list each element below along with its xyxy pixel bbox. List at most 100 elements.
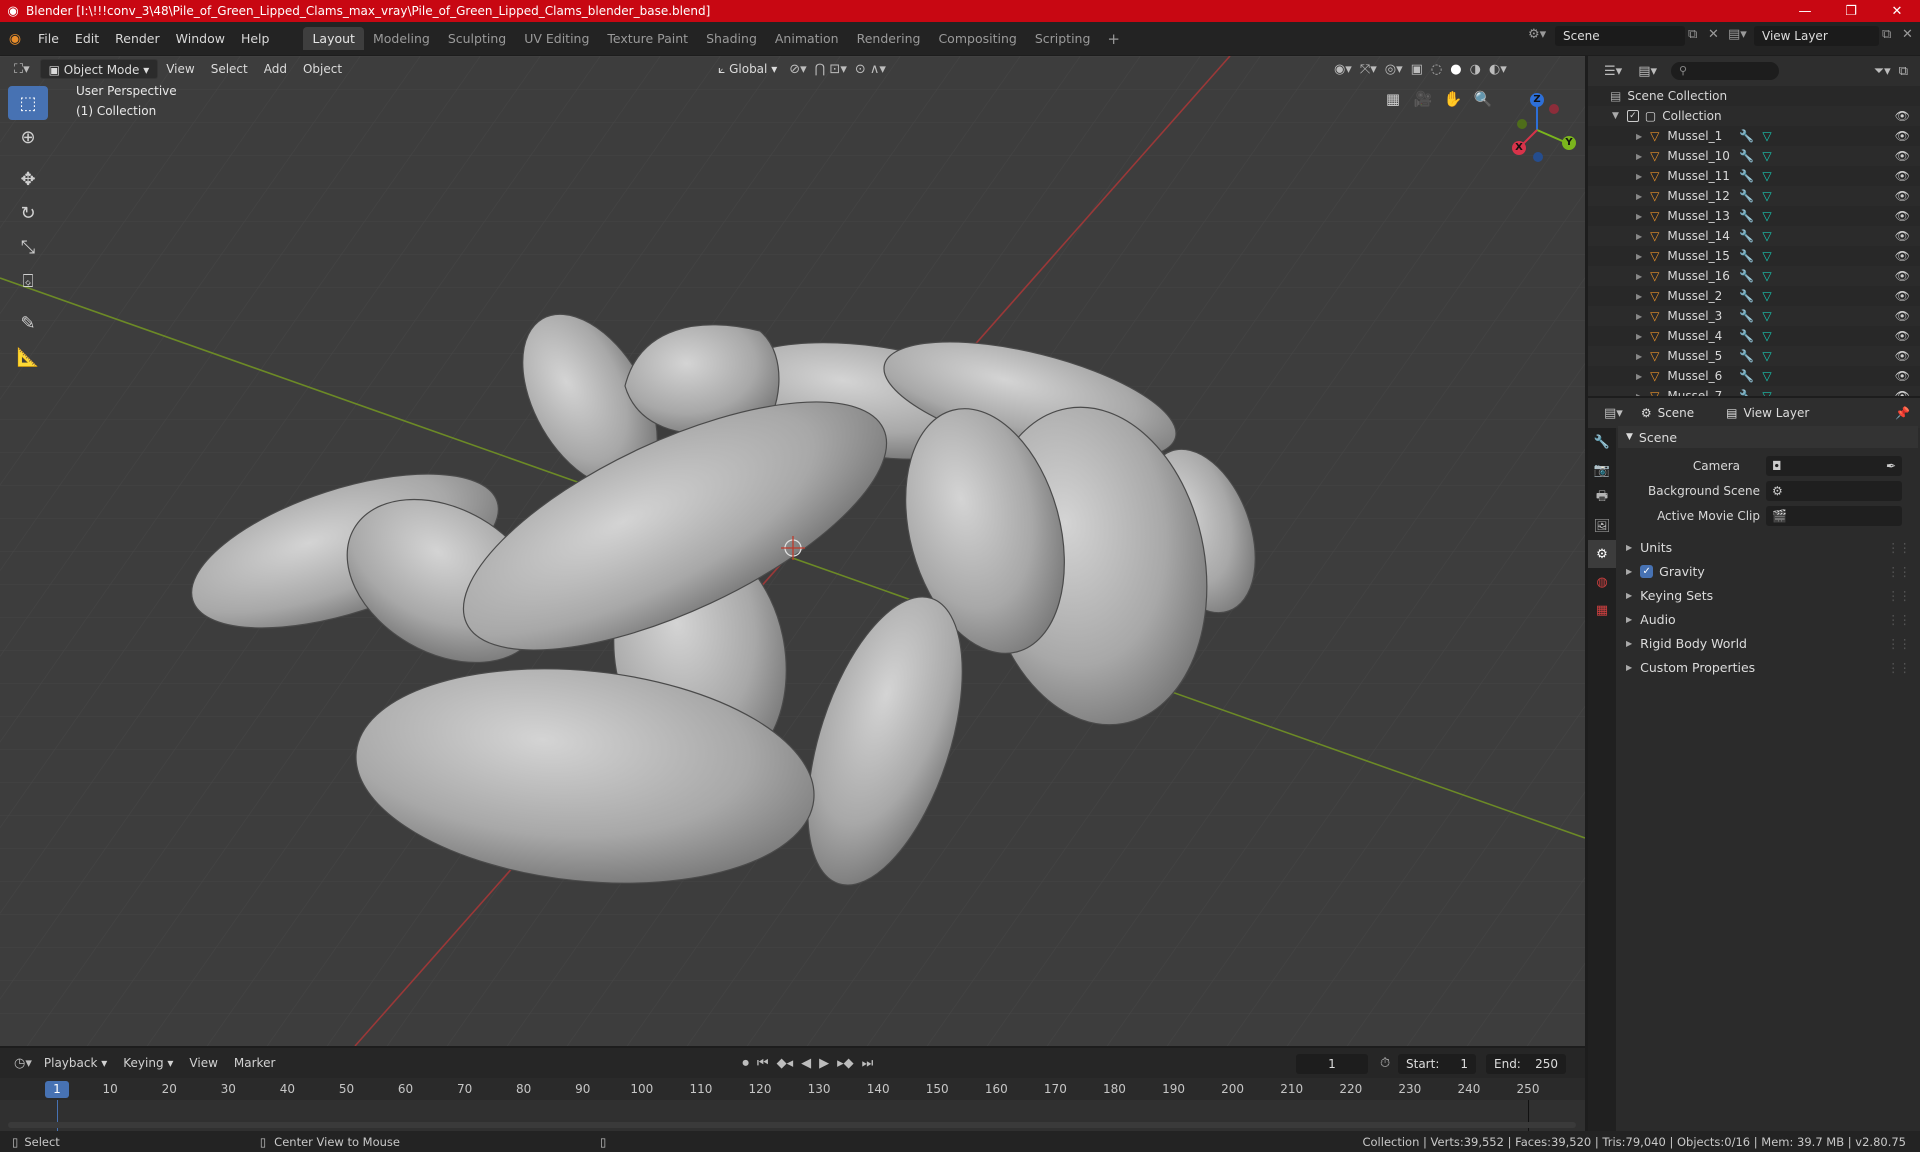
panel-gravity[interactable]: ▶ ✓ Gravity ⋮⋮: [1618, 560, 1918, 582]
close-button[interactable]: ✕: [1874, 4, 1920, 19]
mesh-data-icon[interactable]: ▽: [1762, 269, 1771, 283]
navigation-gizmo[interactable]: Z Y X: [1505, 88, 1576, 168]
tab-uv-editing[interactable]: UV Editing: [515, 27, 598, 50]
view-layer-tab-icon[interactable]: 🖼: [1588, 512, 1616, 540]
cursor-tool-icon[interactable]: ⊕: [8, 120, 48, 154]
jump-keyframe-forward-icon[interactable]: ▸◆: [833, 1056, 858, 1071]
tab-sculpting[interactable]: Sculpting: [439, 27, 515, 50]
object-eye-icon[interactable]: 👁: [1895, 169, 1910, 183]
mesh-data-icon[interactable]: ▽: [1762, 149, 1771, 163]
modifier-icon[interactable]: 🔧: [1739, 249, 1754, 263]
tab-layout[interactable]: Layout: [303, 27, 364, 50]
mesh-data-icon[interactable]: ▽: [1762, 169, 1771, 183]
properties-scene-tab[interactable]: Scene: [1658, 406, 1695, 420]
rendered-shading-icon[interactable]: ◐▾: [1485, 62, 1511, 77]
mesh-data-icon[interactable]: ▽: [1762, 349, 1771, 363]
timeline-scrollbar[interactable]: [8, 1122, 1576, 1128]
jump-keyframe-back-icon[interactable]: ◆◂: [773, 1056, 798, 1071]
outliner-row-object[interactable]: ▶ ▽ Mussel_14 🔧 ▽ 👁: [1588, 226, 1920, 246]
mesh-data-icon[interactable]: ▽: [1762, 229, 1771, 243]
scene-panel-header[interactable]: ▼ Scene: [1618, 426, 1918, 448]
viewport-menu-add[interactable]: Add: [256, 59, 295, 79]
overlay-toggle-icon[interactable]: ◎▾: [1381, 62, 1407, 77]
timeline-menu-playback[interactable]: Playback ▾: [36, 1056, 115, 1070]
filter-icon[interactable]: ⏷▾: [1870, 64, 1895, 79]
scene-properties-tab-icon[interactable]: ⚙: [1588, 540, 1616, 568]
object-eye-icon[interactable]: 👁: [1895, 349, 1910, 363]
new-scene-icon[interactable]: ⧉: [1688, 27, 1697, 42]
object-eye-icon[interactable]: 👁: [1895, 189, 1910, 203]
outliner-row-object[interactable]: ▶ ▽ Mussel_16 🔧 ▽ 👁: [1588, 266, 1920, 286]
panel-rigid-body-world[interactable]: ▶ Rigid Body World ⋮⋮: [1618, 632, 1918, 654]
gizmo-neg-z[interactable]: [1533, 152, 1543, 162]
modifier-icon[interactable]: 🔧: [1739, 329, 1754, 343]
play-reverse-icon[interactable]: ◀: [797, 1056, 815, 1071]
modifier-icon[interactable]: 🔧: [1739, 209, 1754, 223]
modifier-icon[interactable]: 🔧: [1739, 349, 1754, 363]
timeline-editor-type-icon[interactable]: ◷▾: [10, 1056, 36, 1071]
camera-view-icon[interactable]: 🎥: [1410, 86, 1436, 112]
mesh-data-icon[interactable]: ▽: [1762, 389, 1771, 396]
new-collection-icon[interactable]: ⧉: [1895, 64, 1912, 79]
end-frame-field[interactable]: End: 250: [1486, 1054, 1566, 1074]
menu-window[interactable]: Window: [168, 28, 233, 50]
drag-handle-icon[interactable]: ⋮⋮: [1887, 636, 1911, 651]
panel-units[interactable]: ▶ Units ⋮⋮: [1618, 536, 1918, 558]
tab-texture-paint[interactable]: Texture Paint: [598, 27, 697, 50]
object-eye-icon[interactable]: 👁: [1895, 249, 1910, 263]
record-icon[interactable]: ⏺: [738, 1056, 753, 1071]
outliner-row-object[interactable]: ▶ ▽ Mussel_3 🔧 ▽ 👁: [1588, 306, 1920, 326]
expand-arrow-icon[interactable]: ▶: [1636, 372, 1642, 381]
gizmo-neg-y[interactable]: [1517, 119, 1527, 129]
add-workspace-button[interactable]: +: [1099, 30, 1128, 48]
xray-icon[interactable]: ▣: [1407, 62, 1427, 77]
rotate-tool-icon[interactable]: ↻: [8, 196, 48, 230]
proportional-edit-icon[interactable]: ⊙ ∧▾: [851, 62, 890, 77]
render-tab-icon[interactable]: 📷: [1588, 456, 1616, 484]
pan-view-icon[interactable]: ✋: [1440, 86, 1466, 112]
panel-keying-sets[interactable]: ▶ Keying Sets ⋮⋮: [1618, 584, 1918, 606]
select-box-tool-icon[interactable]: ⬚: [8, 86, 48, 120]
outliner-row-object[interactable]: ▶ ▽ Mussel_6 🔧 ▽ 👁: [1588, 366, 1920, 386]
blender-menu-icon[interactable]: ◉: [0, 31, 30, 47]
expand-arrow-icon[interactable]: ▶: [1636, 132, 1642, 141]
menu-render[interactable]: Render: [107, 28, 168, 50]
timeline-menu-view[interactable]: View: [181, 1056, 225, 1070]
object-eye-icon[interactable]: 👁: [1895, 369, 1910, 383]
tab-animation[interactable]: Animation: [766, 27, 848, 50]
drag-handle-icon[interactable]: ⋮⋮: [1887, 660, 1911, 675]
expand-arrow-icon[interactable]: ▶: [1636, 272, 1642, 281]
outliner-row-object[interactable]: ▶ ▽ Mussel_15 🔧 ▽ 👁: [1588, 246, 1920, 266]
move-tool-icon[interactable]: ✥: [8, 162, 48, 196]
playhead[interactable]: 1: [45, 1081, 69, 1098]
scene-selector[interactable]: Scene: [1555, 26, 1685, 46]
jump-start-icon[interactable]: ⏮: [753, 1056, 773, 1071]
mesh-data-icon[interactable]: ▽: [1762, 209, 1771, 223]
outliner-row-scene-collection[interactable]: ▤ Scene Collection: [1588, 86, 1920, 106]
transform-tool-icon[interactable]: ⌺: [8, 264, 48, 298]
3d-viewport[interactable]: ⛶▾ ▣ Object Mode ▾ View Select Add Objec…: [0, 56, 1585, 1046]
annotate-tool-icon[interactable]: ✎: [8, 306, 48, 340]
panel-custom-properties[interactable]: ▶ Custom Properties ⋮⋮: [1618, 656, 1918, 678]
properties-editor-type-icon[interactable]: ▤▾: [1600, 406, 1627, 421]
expand-arrow-icon[interactable]: ▼: [1612, 111, 1619, 121]
pin-icon[interactable]: 📌: [1895, 406, 1910, 420]
current-frame-field[interactable]: 1: [1296, 1054, 1368, 1074]
object-eye-icon[interactable]: 👁: [1895, 289, 1910, 303]
outliner-row-object[interactable]: ▶ ▽ Mussel_13 🔧 ▽ 👁: [1588, 206, 1920, 226]
object-eye-icon[interactable]: 👁: [1895, 229, 1910, 243]
editor-type-icon[interactable]: ⛶▾: [10, 62, 34, 77]
timeline-menu-keying[interactable]: Keying ▾: [115, 1056, 181, 1070]
drag-handle-icon[interactable]: ⋮⋮: [1887, 540, 1911, 555]
tab-modeling[interactable]: Modeling: [364, 27, 439, 50]
drag-handle-icon[interactable]: ⋮⋮: [1887, 612, 1911, 627]
modifier-icon[interactable]: 🔧: [1739, 169, 1754, 183]
viewport-menu-select[interactable]: Select: [203, 59, 256, 79]
viewport-menu-view[interactable]: View: [158, 59, 202, 79]
modifier-icon[interactable]: 🔧: [1739, 149, 1754, 163]
texture-tab-icon[interactable]: ▦: [1588, 596, 1616, 624]
solid-shading-icon[interactable]: ●: [1446, 62, 1465, 77]
outliner-row-collection[interactable]: ▼ ✓ ▢ Collection 👁: [1588, 106, 1920, 126]
expand-arrow-icon[interactable]: ▶: [1636, 292, 1642, 301]
play-icon[interactable]: ▶: [815, 1056, 833, 1071]
